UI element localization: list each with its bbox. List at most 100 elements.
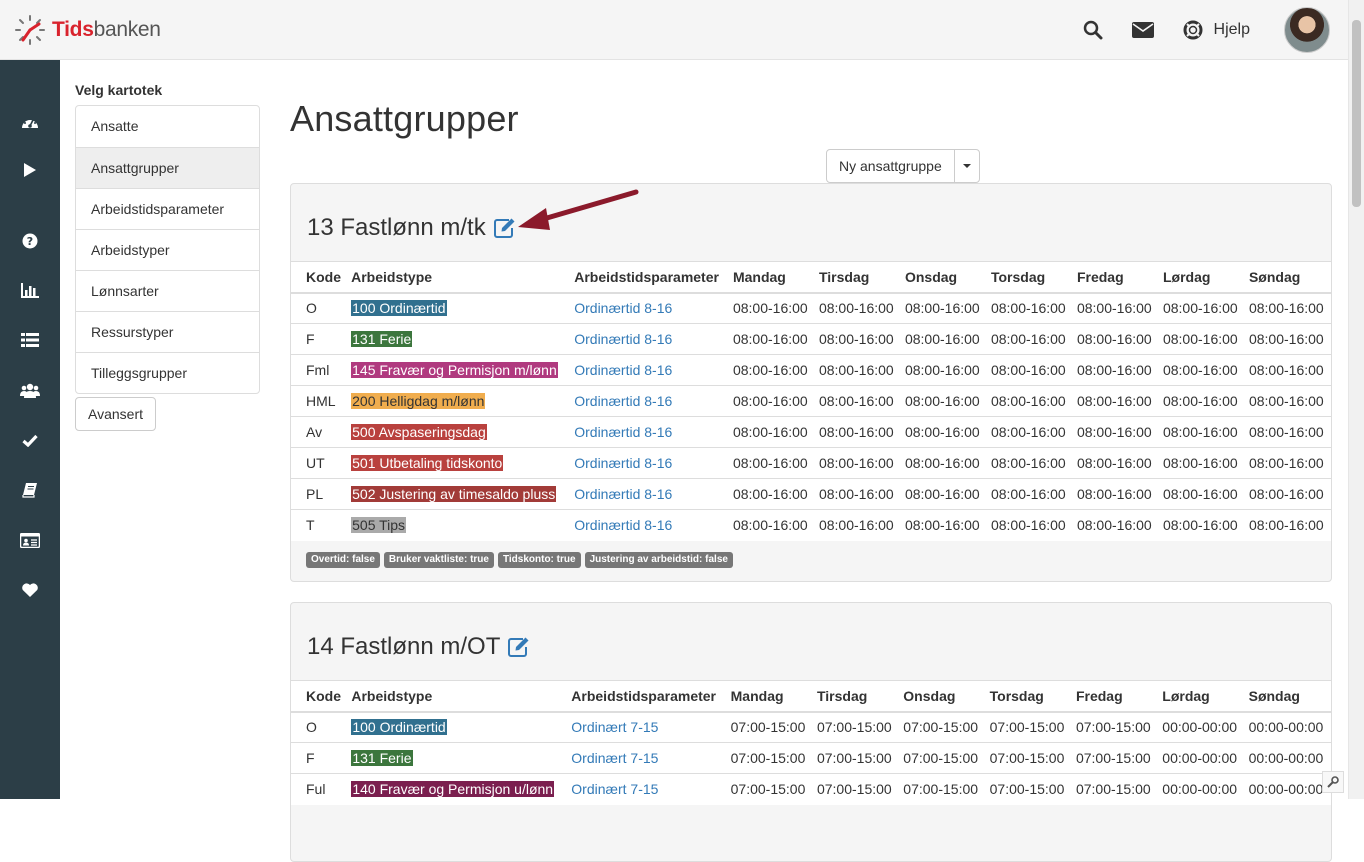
arbeidstype-label: 505 Tips xyxy=(351,517,406,533)
table-header-row: KodeArbeidstypeArbeidstidsparameterManda… xyxy=(291,262,1331,293)
arbeidstidsparameter-cell: Ordinærtid 8-16 xyxy=(570,355,729,386)
column-header: Søndag xyxy=(1245,681,1331,712)
day-time-cell: 08:00-16:00 xyxy=(1245,448,1331,479)
status-badge: Tidskonto: true xyxy=(498,552,581,568)
arbeidstype-cell: 500 Avspaseringsdag xyxy=(347,417,570,448)
day-time-cell: 08:00-16:00 xyxy=(815,355,901,386)
kartotek-nav: Velg kartotek Ansatte Ansattgrupper Arbe… xyxy=(75,82,260,431)
group-panel-header: 14 Fastlønn m/OT xyxy=(291,603,1331,680)
group-title: 14 Fastlønn m/OT xyxy=(307,633,531,661)
help-link[interactable]: Hjelp xyxy=(1180,17,1250,43)
arbeidstidsparameter-link[interactable]: Ordinærtid 8-16 xyxy=(574,424,672,440)
arbeidstidsparameter-link[interactable]: Ordinærtid 8-16 xyxy=(574,517,672,533)
day-time-cell: 08:00-16:00 xyxy=(815,479,901,510)
new-group-button-group: Ny ansattgruppe xyxy=(826,149,980,183)
scrollbar-thumb[interactable] xyxy=(1352,20,1361,207)
arbeidstype-label: 145 Fravær og Permisjon m/lønn xyxy=(351,362,558,378)
arbeidstidsparameter-cell: Ordinærtid 8-16 xyxy=(570,510,729,541)
group-panel: 13 Fastlønn m/tkKodeArbeidstypeArbeidsti… xyxy=(290,183,1332,582)
arbeidstidsparameter-cell: Ordinærtid 8-16 xyxy=(570,293,729,324)
id-card-icon[interactable] xyxy=(19,529,41,551)
day-time-cell: 08:00-16:00 xyxy=(1073,479,1159,510)
arbeidstidsparameter-link[interactable]: Ordinærtid 8-16 xyxy=(574,300,672,316)
day-time-cell: 08:00-16:00 xyxy=(1159,324,1245,355)
table-row: UT501 Utbetaling tidskontoOrdinærtid 8-1… xyxy=(291,448,1331,479)
day-time-cell: 08:00-16:00 xyxy=(815,293,901,324)
kartotek-item-ansattgrupper[interactable]: Ansattgrupper xyxy=(76,147,259,188)
day-time-cell: 07:00-15:00 xyxy=(1072,774,1158,805)
arbeidstidsparameter-link[interactable]: Ordinært 7-15 xyxy=(571,750,658,766)
arbeidstidsparameter-link[interactable]: Ordinærtid 8-16 xyxy=(574,486,672,502)
arbeidstype-cell: 501 Utbetaling tidskonto xyxy=(347,448,570,479)
advanced-button[interactable]: Avansert xyxy=(75,397,156,431)
day-time-cell: 07:00-15:00 xyxy=(986,774,1072,805)
new-group-button[interactable]: Ny ansattgruppe xyxy=(827,150,955,182)
kartotek-item-arbeidstidsparameter[interactable]: Arbeidstidsparameter xyxy=(76,188,259,229)
envelope-icon[interactable] xyxy=(1130,17,1156,43)
kartotek-item-ressurstyper[interactable]: Ressurstyper xyxy=(76,311,259,352)
arbeidstype-label: 500 Avspaseringsdag xyxy=(351,424,487,440)
day-time-cell: 08:00-16:00 xyxy=(901,479,987,510)
list-icon[interactable] xyxy=(19,329,41,351)
day-time-cell: 08:00-16:00 xyxy=(729,386,815,417)
day-time-cell: 08:00-16:00 xyxy=(1245,386,1331,417)
kartotek-item-tilleggsgrupper[interactable]: Tilleggsgrupper xyxy=(76,352,259,393)
lifebuoy-icon xyxy=(1180,17,1206,43)
new-group-dropdown-toggle[interactable] xyxy=(955,150,979,182)
kartotek-item-lonnsarter[interactable]: Lønnsarter xyxy=(76,270,259,311)
kartotek-item-ansatte[interactable]: Ansatte xyxy=(76,106,259,147)
arbeidstidsparameter-link[interactable]: Ordinært 7-15 xyxy=(571,781,658,797)
kode-cell: Ful xyxy=(291,774,347,805)
kartotek-item-arbeidstyper[interactable]: Arbeidstyper xyxy=(76,229,259,270)
arbeidstype-label: 100 Ordinærtid xyxy=(351,300,446,316)
user-avatar[interactable] xyxy=(1284,7,1330,53)
heart-icon[interactable] xyxy=(19,579,41,601)
kartotek-list: Ansatte Ansattgrupper Arbeidstidsparamet… xyxy=(75,105,260,394)
status-badge: Bruker vaktliste: true xyxy=(384,552,494,568)
day-time-cell: 08:00-16:00 xyxy=(1159,479,1245,510)
help-label: Hjelp xyxy=(1214,21,1250,39)
day-time-cell: 08:00-16:00 xyxy=(815,386,901,417)
arbeidstype-cell: 505 Tips xyxy=(347,510,570,541)
arbeidstype-cell: 131 Ferie xyxy=(347,743,567,774)
check-icon[interactable] xyxy=(19,429,41,451)
column-header: Fredag xyxy=(1073,262,1159,293)
arbeidstidsparameter-link[interactable]: Ordinært 7-15 xyxy=(571,719,658,735)
day-time-cell: 07:00-15:00 xyxy=(727,774,813,805)
day-time-cell: 08:00-16:00 xyxy=(987,510,1073,541)
arbeidstidsparameter-link[interactable]: Ordinærtid 8-16 xyxy=(574,455,672,471)
day-time-cell: 00:00-00:00 xyxy=(1245,743,1331,774)
day-time-cell: 08:00-16:00 xyxy=(729,324,815,355)
question-icon[interactable]: ? xyxy=(19,230,41,252)
arbeidstidsparameter-link[interactable]: Ordinærtid 8-16 xyxy=(574,362,672,378)
column-header: Lørdag xyxy=(1159,262,1245,293)
wrench-icon[interactable] xyxy=(1322,771,1344,793)
day-time-cell: 08:00-16:00 xyxy=(901,448,987,479)
dashboard-icon[interactable] xyxy=(19,111,41,133)
day-time-cell: 08:00-16:00 xyxy=(901,324,987,355)
page-scrollbar[interactable] xyxy=(1348,0,1364,799)
play-icon[interactable] xyxy=(19,159,41,181)
day-time-cell: 08:00-16:00 xyxy=(1245,479,1331,510)
users-icon[interactable] xyxy=(19,379,41,401)
column-header: Torsdag xyxy=(987,262,1073,293)
arbeidstidsparameter-link[interactable]: Ordinærtid 8-16 xyxy=(574,393,672,409)
table-row: O100 OrdinærtidOrdinærtid 8-1608:00-16:0… xyxy=(291,293,1331,324)
kode-cell: HML xyxy=(291,386,347,417)
day-time-cell: 00:00-00:00 xyxy=(1158,774,1244,805)
day-time-cell: 07:00-15:00 xyxy=(899,743,985,774)
group-panel-header: 13 Fastlønn m/tk xyxy=(291,184,1331,261)
table-row: T505 TipsOrdinærtid 8-1608:00-16:0008:00… xyxy=(291,510,1331,541)
book-icon[interactable] xyxy=(19,479,41,501)
arbeidstidsparameter-cell: Ordinærtid 8-16 xyxy=(570,417,729,448)
bar-chart-icon[interactable] xyxy=(19,279,41,301)
kode-cell: O xyxy=(291,712,347,743)
day-time-cell: 08:00-16:00 xyxy=(1245,293,1331,324)
tidsbanken-logo[interactable]: Tidsbanken xyxy=(14,14,161,46)
search-icon[interactable] xyxy=(1080,17,1106,43)
kartotek-nav-title: Velg kartotek xyxy=(75,82,260,98)
arbeidstidsparameter-link[interactable]: Ordinærtid 8-16 xyxy=(574,331,672,347)
day-time-cell: 08:00-16:00 xyxy=(987,355,1073,386)
edit-icon[interactable] xyxy=(507,636,531,658)
column-header: Onsdag xyxy=(901,262,987,293)
